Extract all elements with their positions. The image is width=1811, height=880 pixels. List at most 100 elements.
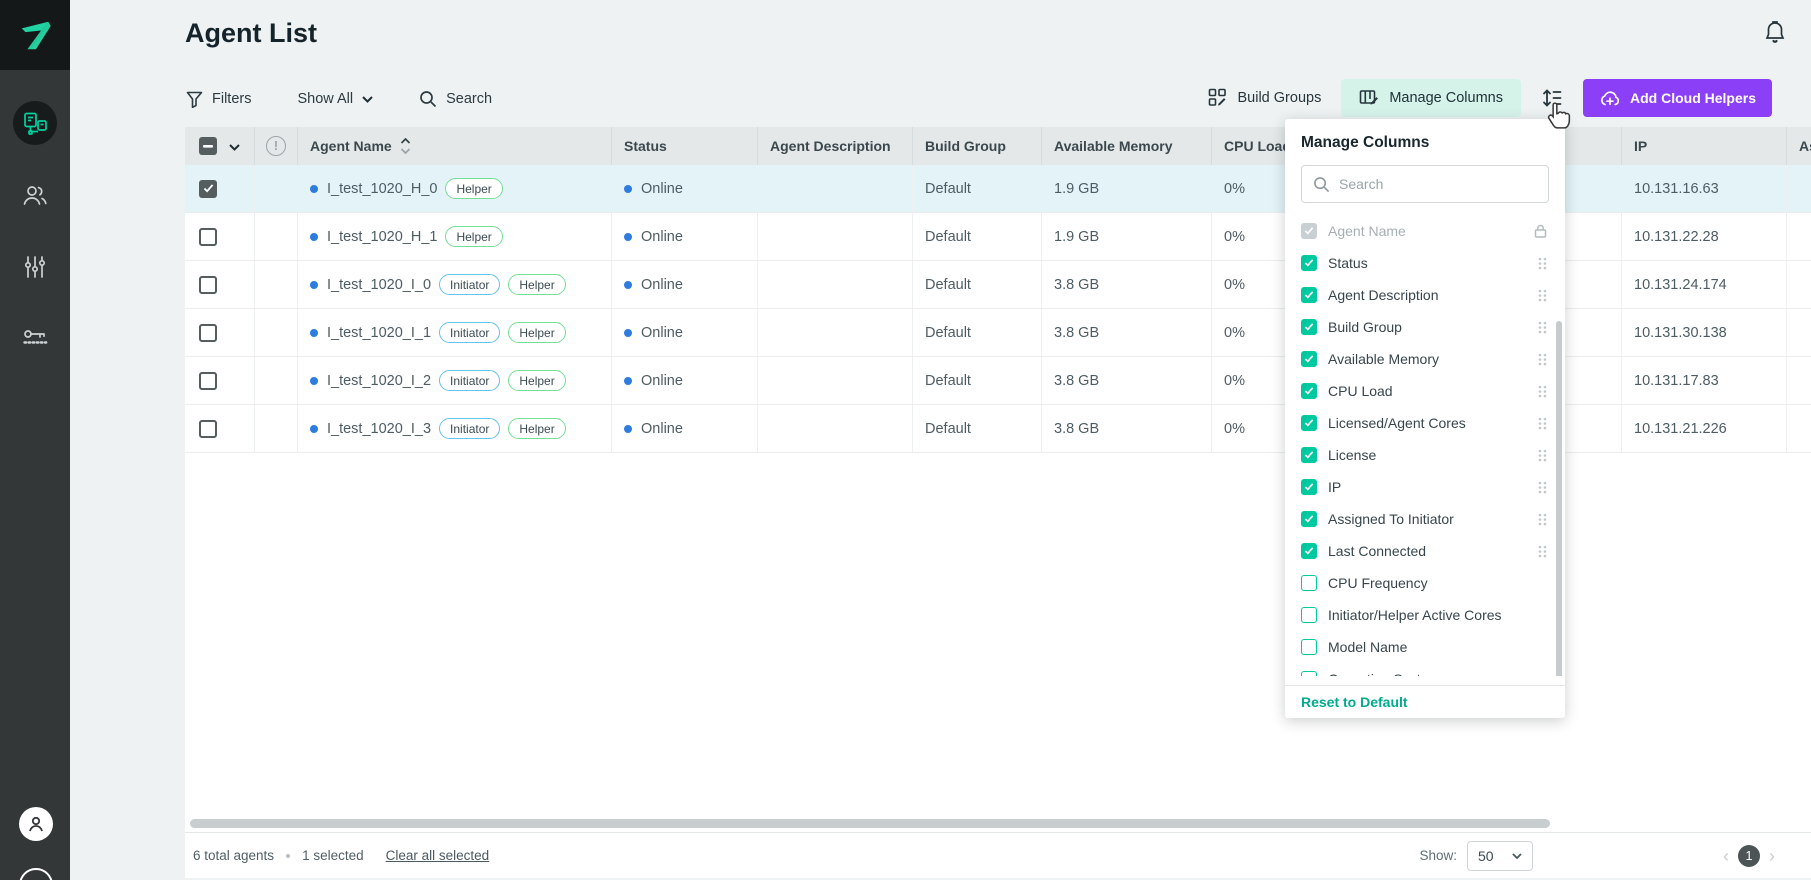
row-alert-cell — [255, 165, 298, 212]
row-height-button[interactable] — [1541, 87, 1563, 109]
sidebar-item-agents[interactable] — [0, 101, 70, 145]
add-cloud-helpers-button[interactable]: Add Cloud Helpers — [1583, 79, 1772, 117]
build-groups-button[interactable]: Build Groups — [1208, 88, 1322, 108]
column-search-box[interactable] — [1301, 165, 1549, 203]
header-available-memory[interactable]: Available Memory — [1042, 127, 1212, 165]
row-checkbox[interactable] — [199, 180, 217, 198]
select-all-checkbox[interactable] — [199, 137, 217, 155]
column-toggle-cpu-frequency[interactable]: CPU Frequency — [1285, 567, 1565, 599]
checkbox-icon[interactable] — [1301, 543, 1317, 559]
drag-handle-icon[interactable] — [1538, 481, 1547, 494]
table-row[interactable]: I_test_1020_I_0InitiatorHelper Online De… — [185, 261, 1811, 309]
header-build-group[interactable]: Build Group — [913, 127, 1042, 165]
checkbox-icon[interactable] — [1301, 479, 1317, 495]
prev-page-button[interactable]: ‹ — [1723, 847, 1729, 865]
checkbox-icon[interactable] — [1301, 639, 1317, 655]
agents-icon — [22, 110, 48, 136]
sidebar-item-users[interactable] — [0, 173, 70, 217]
checkbox-icon[interactable] — [1301, 287, 1317, 303]
column-toggle-model-name[interactable]: Model Name — [1285, 631, 1565, 663]
checkbox-icon[interactable] — [1301, 415, 1317, 431]
search-button[interactable]: Search — [419, 90, 492, 108]
sidebar-item-license[interactable] — [0, 315, 70, 359]
drag-handle-icon[interactable] — [1538, 385, 1547, 398]
reset-to-default-link[interactable]: Reset to Default — [1285, 685, 1565, 718]
page-size-select[interactable]: 50 — [1467, 841, 1533, 871]
current-page-badge[interactable]: 1 — [1738, 845, 1760, 867]
table-row[interactable]: I_test_1020_H_0Helper Online Default 1.9… — [185, 165, 1811, 213]
column-toggle-available-memory[interactable]: Available Memory — [1285, 343, 1565, 375]
chevron-down-icon — [1512, 853, 1522, 859]
header-assigned-to-initiator[interactable]: Assigned To Initiator — [1787, 127, 1811, 165]
drag-handle-icon[interactable] — [1538, 417, 1547, 430]
checkbox-icon[interactable] — [1301, 671, 1317, 676]
user-avatar[interactable] — [19, 807, 53, 841]
sort-icon[interactable] — [400, 138, 411, 154]
agent-name[interactable]: I_test_1020_H_0 — [327, 181, 437, 197]
header-agent-name[interactable]: Agent Name — [298, 127, 612, 165]
agent-name[interactable]: I_test_1020_I_2 — [327, 373, 431, 389]
horizontal-scrollbar[interactable] — [190, 819, 1550, 828]
column-toggle-initiator-helper-active-cores[interactable]: Initiator/Helper Active Cores — [1285, 599, 1565, 631]
row-checkbox[interactable] — [199, 420, 217, 438]
column-toggle-assigned-to-initiator[interactable]: Assigned To Initiator — [1285, 503, 1565, 535]
table-row[interactable]: I_test_1020_H_1Helper Online Default 1.9… — [185, 213, 1811, 261]
column-toggle-last-connected[interactable]: Last Connected — [1285, 535, 1565, 567]
row-checkbox[interactable] — [199, 324, 217, 342]
checkbox-icon[interactable] — [1301, 351, 1317, 367]
agent-name[interactable]: I_test_1020_I_0 — [327, 277, 431, 293]
row-alert-cell — [255, 357, 298, 404]
clear-all-selected-link[interactable]: Clear all selected — [386, 848, 490, 863]
drag-handle-icon[interactable] — [1538, 289, 1547, 302]
column-search-input[interactable] — [1339, 176, 1537, 192]
status-value: Online — [641, 277, 683, 293]
row-alert-cell — [255, 309, 298, 356]
incredibuild-logo[interactable] — [0, 0, 70, 70]
agent-name[interactable]: I_test_1020_I_3 — [327, 421, 431, 437]
header-status[interactable]: Status — [612, 127, 758, 165]
header-agent-description[interactable]: Agent Description — [758, 127, 913, 165]
checkbox-icon[interactable] — [1301, 319, 1317, 335]
column-toggle-status[interactable]: Status — [1285, 247, 1565, 279]
header-alert-cell: ! — [255, 127, 298, 165]
checkbox-icon[interactable] — [1301, 383, 1317, 399]
drag-handle-icon[interactable] — [1538, 449, 1547, 462]
table-row[interactable]: I_test_1020_I_1InitiatorHelper Online De… — [185, 309, 1811, 357]
drag-handle-icon[interactable] — [1538, 353, 1547, 366]
drag-handle-icon[interactable] — [1538, 257, 1547, 270]
notifications-button[interactable] — [1763, 20, 1787, 46]
filters-button[interactable]: Filters — [186, 91, 251, 108]
column-toggle-cpu-load[interactable]: CPU Load — [1285, 375, 1565, 407]
agent-name[interactable]: I_test_1020_H_1 — [327, 229, 437, 245]
row-checkbox[interactable] — [199, 228, 217, 246]
select-menu-button[interactable] — [229, 138, 240, 154]
column-toggle-license[interactable]: License — [1285, 439, 1565, 471]
header-ip[interactable]: IP — [1622, 127, 1787, 165]
drag-handle-icon[interactable] — [1538, 321, 1547, 334]
checkbox-icon[interactable] — [1301, 511, 1317, 527]
checkbox-icon[interactable] — [1301, 607, 1317, 623]
panel-scrollbar[interactable] — [1556, 321, 1562, 676]
ip-value: 10.131.16.63 — [1622, 165, 1787, 212]
agent-name[interactable]: I_test_1020_I_1 — [327, 325, 431, 341]
row-checkbox[interactable] — [199, 276, 217, 294]
show-all-dropdown[interactable]: Show All — [297, 91, 373, 107]
row-checkbox[interactable] — [199, 372, 217, 390]
checkbox-icon[interactable] — [1301, 447, 1317, 463]
alert-icon: ! — [266, 136, 286, 156]
checkbox-icon[interactable] — [1301, 255, 1317, 271]
next-page-button[interactable]: › — [1769, 847, 1775, 865]
column-toggle-licensed-agent-cores[interactable]: Licensed/Agent Cores — [1285, 407, 1565, 439]
table-row[interactable]: I_test_1020_I_2InitiatorHelper Online De… — [185, 357, 1811, 405]
sidebar-item-settings[interactable] — [0, 245, 70, 289]
drag-handle-icon[interactable] — [1538, 545, 1547, 558]
column-toggle-operating-system[interactable]: Operating System — [1285, 663, 1565, 676]
column-toggle-ip[interactable]: IP — [1285, 471, 1565, 503]
drag-handle-icon[interactable] — [1538, 513, 1547, 526]
column-toggle-build-group[interactable]: Build Group — [1285, 311, 1565, 343]
column-toggle-agent-description[interactable]: Agent Description — [1285, 279, 1565, 311]
status-dot-icon — [624, 377, 632, 385]
manage-columns-button[interactable]: Manage Columns — [1341, 79, 1521, 117]
table-row[interactable]: I_test_1020_I_3InitiatorHelper Online De… — [185, 405, 1811, 453]
checkbox-icon[interactable] — [1301, 575, 1317, 591]
